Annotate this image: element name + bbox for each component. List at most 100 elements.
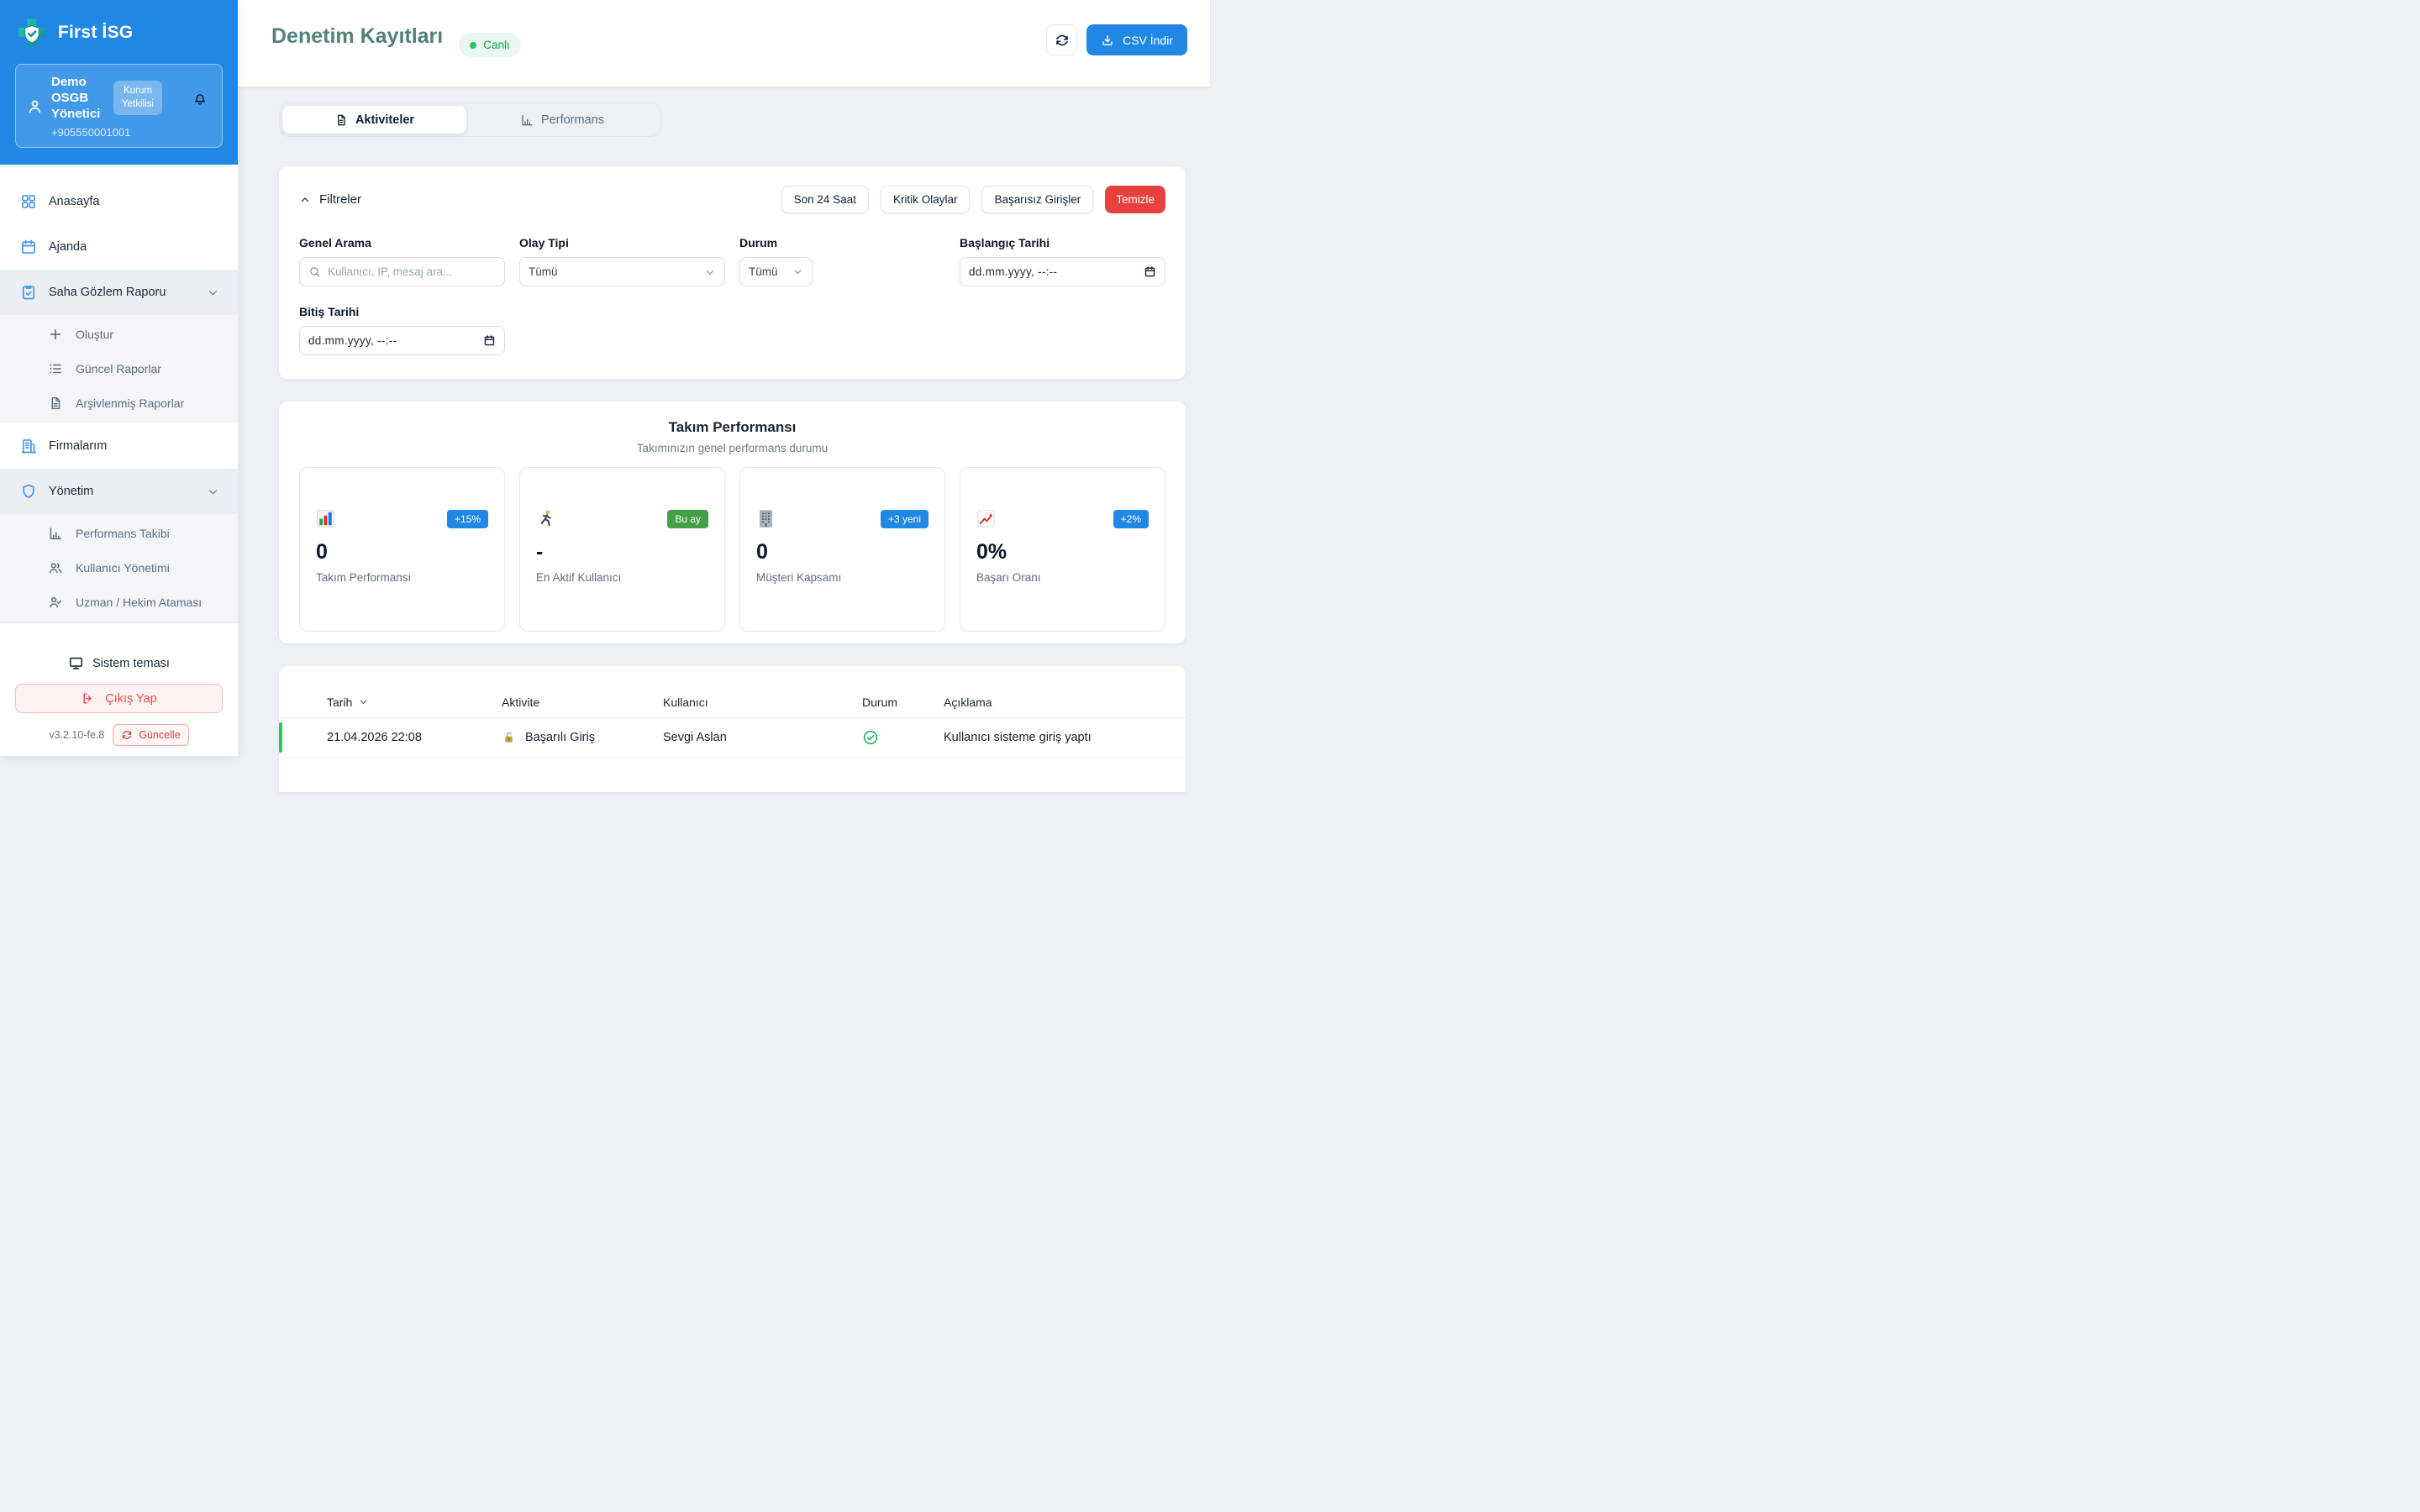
sidebar-item-field-report[interactable]: Saha Gözlem Raporu — [0, 270, 238, 316]
refresh-icon — [1055, 33, 1070, 48]
sort-chevron-down-icon — [358, 696, 369, 707]
sidebar-item-current-reports[interactable]: Güncel Raporlar — [0, 351, 238, 386]
column-header-label: Kullanıcı — [663, 695, 708, 709]
sidebar-item-companies[interactable]: Firmalarım — [0, 423, 238, 469]
sidebar-item-label: Saha Gözlem Raporu — [49, 286, 166, 300]
management-submenu: Performans Takibi Kullanıcı Yönetimi Uzm… — [0, 514, 238, 624]
list-icon — [48, 361, 63, 376]
stat-label: En Aktif Kullanıcı — [536, 571, 622, 584]
status-value: Tümü — [749, 265, 778, 278]
sidebar-item-label: Ajanda — [49, 240, 87, 255]
sidebar-item-label: Yönetim — [49, 485, 94, 499]
plus-icon — [48, 327, 63, 342]
end-date-field: Bitiş Tarihi dd.mm.yyyy, --:-- — [299, 305, 505, 355]
column-header-user: Kullanıcı — [663, 696, 862, 709]
document-icon — [334, 113, 348, 127]
sidebar-item-archived-reports[interactable]: Arşivlenmiş Raporlar — [0, 386, 238, 420]
column-header-date[interactable]: Tarih — [327, 696, 502, 709]
row-date: 21.04.2026 22:08 — [327, 731, 422, 744]
main-area: Denetim Kayıtları Canlı CSV İndir Aktivi… — [238, 0, 1210, 792]
brand-name: First İSG — [58, 23, 134, 42]
sidebar-item-expert-assignment[interactable]: Uzman / Hekim Ataması — [0, 585, 238, 619]
stat-card-customer-coverage: +3 yeni 0 Müşteri Kapsamı — [739, 467, 945, 632]
csv-download-button[interactable]: CSV İndir — [1086, 24, 1187, 55]
clipboard-check-icon — [20, 284, 37, 301]
sidebar-item-label: Uzman / Hekim Ataması — [76, 595, 203, 609]
stat-value: 0% — [976, 540, 1007, 564]
activity-label: Başarılı Giriş — [525, 731, 595, 744]
chevron-down-icon — [207, 286, 219, 299]
status-field: Durum Tümü — [739, 236, 945, 286]
tab-performance-label: Performans — [541, 113, 604, 127]
tab-activities[interactable]: Aktiviteler — [282, 106, 466, 134]
chart-increasing-emoji-icon — [976, 509, 996, 528]
column-header-label: Aktivite — [502, 695, 540, 709]
update-button[interactable]: Güncelle — [113, 724, 189, 746]
field-report-submenu: Oluştur Güncel Raporlar Arşivlenmiş Rapo… — [0, 315, 238, 424]
event-type-field: Olay Tipi Tümü — [519, 236, 725, 286]
notifications-bell-icon[interactable] — [192, 90, 208, 107]
system-theme-toggle[interactable]: Sistem teması — [15, 655, 223, 671]
shield-icon — [20, 483, 37, 500]
calendar-icon[interactable] — [1144, 265, 1156, 278]
sidebar-item-create[interactable]: Oluştur — [0, 317, 238, 351]
calendar-icon[interactable] — [483, 334, 496, 347]
version-text: v3.2.10-fe.8 — [49, 729, 105, 741]
search-label: Genel Arama — [299, 236, 371, 249]
update-label: Güncelle — [139, 729, 181, 741]
sidebar-footer: Sistem teması Çıkış Yap v3.2.10-fe.8 Gün… — [0, 643, 238, 756]
search-input[interactable] — [328, 265, 496, 278]
bar-chart-icon — [48, 526, 63, 541]
start-date-field: Başlangıç Tarihi dd.mm.yyyy, --:-- — [960, 236, 1165, 286]
stat-badge: +2% — [1113, 509, 1149, 528]
sidebar-item-label: Kullanıcı Yönetimi — [76, 560, 170, 575]
stat-badge: Bu ay — [667, 509, 708, 528]
quick-filter-failed-logins-button[interactable]: Başarısız Girişler — [981, 186, 1094, 213]
quick-filter-critical-events-button[interactable]: Kritik Olaylar — [880, 186, 971, 213]
logout-button[interactable]: Çıkış Yap — [15, 684, 223, 713]
role-badge: Kurum Yetkilisi — [113, 81, 162, 116]
sidebar-item-label: Firmalarım — [49, 439, 108, 454]
row-activity: Başarılı Giriş — [502, 731, 663, 745]
event-type-select[interactable]: Tümü — [519, 257, 725, 286]
sidebar-item-performance-tracking[interactable]: Performans Takibi — [0, 516, 238, 550]
bar-chart-icon — [520, 113, 534, 127]
start-date-input[interactable]: dd.mm.yyyy, --:-- — [960, 257, 1165, 286]
clear-filters-button[interactable]: Temizle — [1105, 186, 1165, 213]
end-date-input[interactable]: dd.mm.yyyy, --:-- — [299, 326, 505, 355]
stat-value: 0 — [316, 540, 328, 564]
live-label: Canlı — [483, 39, 510, 51]
chevron-down-icon — [792, 266, 803, 277]
tab-performance[interactable]: Performans — [466, 106, 658, 134]
runner-emoji-icon — [536, 509, 555, 528]
event-type-label: Olay Tipi — [519, 236, 569, 249]
row-status — [862, 729, 944, 746]
monitor-icon — [68, 655, 84, 671]
status-select[interactable]: Tümü — [739, 257, 813, 286]
chevron-down-icon — [704, 266, 716, 278]
sidebar-item-management[interactable]: Yönetim — [0, 469, 238, 515]
end-date-label: Bitiş Tarihi — [299, 305, 360, 318]
quick-filter-last-24h-button[interactable]: Son 24 Saat — [781, 186, 869, 213]
user-check-icon — [48, 595, 63, 610]
table-row[interactable]: 21.04.2026 22:08 Başarılı Giriş Sevgi As… — [279, 718, 1186, 758]
sidebar-header: First İSG Demo OSGB Yönetici Kurum Yetki… — [0, 0, 238, 165]
sidebar-item-home[interactable]: Anasayfa — [0, 179, 238, 224]
stat-badge: +15% — [446, 509, 488, 528]
stat-label: Takım Performansı — [316, 571, 412, 584]
stat-label: Müşteri Kapsamı — [756, 571, 842, 584]
sidebar-item-agenda[interactable]: Ajanda — [0, 224, 238, 270]
building-icon — [20, 438, 37, 454]
team-performance-panel: Takım Performansı Takımınızın genel perf… — [279, 402, 1186, 643]
sidebar-item-user-management[interactable]: Kullanıcı Yönetimi — [0, 550, 238, 585]
column-header-label: Tarih — [327, 695, 353, 709]
user-name: Demo OSGB Yönetici — [51, 75, 101, 122]
column-header-label: Durum — [862, 695, 898, 709]
dashboard-grid-icon — [20, 193, 37, 210]
user-phone: +905550001001 — [51, 126, 131, 139]
filters-collapse-toggle[interactable]: Filtreler — [299, 192, 361, 207]
sidebar-item-label: Anasayfa — [49, 195, 100, 209]
column-header-label: Açıklama — [944, 695, 992, 709]
user-icon — [26, 97, 44, 139]
refresh-button[interactable] — [1046, 24, 1078, 55]
